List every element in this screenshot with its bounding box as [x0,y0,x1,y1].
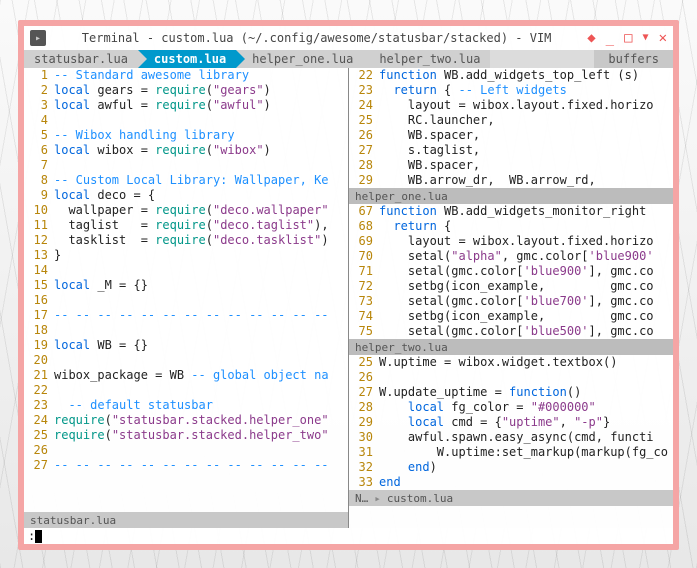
code-line[interactable]: 14 [24,263,348,278]
code-line[interactable]: 69 layout = wibox.layout.fixed.horizo [349,234,673,249]
code-line[interactable]: 2local gears = require("gears") [24,83,348,98]
code-line[interactable]: 20 [24,353,348,368]
code-line[interactable]: 26 [24,443,348,458]
left-statusline: statusbar.lua [24,512,348,528]
right-code-block[interactable]: 67function WB.add_widgets_monitor_right6… [349,204,673,339]
left-status-file: statusbar.lua [30,513,116,528]
editor-area: 1-- Standard awesome library2local gears… [24,68,673,528]
command-line[interactable]: : [24,528,673,544]
right-statusline: N… ▸ custom.lua [349,490,673,506]
code-line[interactable]: 13} [24,248,348,263]
code-line[interactable]: 12 tasklist = require("deco.tasklist") [24,233,348,248]
maximize-icon[interactable]: □ [624,31,632,45]
code-line[interactable]: 24require("statusbar.stacked.helper_one" [24,413,348,428]
code-line[interactable]: 4 [24,113,348,128]
cmd-prompt: : [28,529,35,543]
code-line[interactable]: 19local WB = {} [24,338,348,353]
code-line[interactable]: 29 WB.arrow_dr, WB.arrow_rd, [349,173,673,188]
right-code-block[interactable]: 22function WB.add_widgets_top_left (s)23… [349,68,673,188]
code-line[interactable]: 75 setal(gmc.color['blue500'], gmc.co [349,324,673,339]
titlebar: ▸ Terminal - custom.lua (~/.config/aweso… [24,26,673,50]
code-line[interactable]: 28 local fg_color = "#000000" [349,400,673,415]
tab-helper-two[interactable]: helper_two.lua [363,50,490,68]
code-line[interactable]: 1-- Standard awesome library [24,68,348,83]
code-line[interactable]: 21wibox_package = WB -- global object na [24,368,348,383]
left-code[interactable]: 1-- Standard awesome library2local gears… [24,68,348,512]
code-line[interactable]: 25require("statusbar.stacked.helper_two" [24,428,348,443]
code-line[interactable]: 25 RC.launcher, [349,113,673,128]
right-pane[interactable]: 22function WB.add_widgets_top_left (s)23… [349,68,673,528]
minimize-icon[interactable]: _ [606,31,614,45]
tab-statusbar[interactable]: statusbar.lua [24,50,138,68]
code-line[interactable]: 15local _M = {} [24,278,348,293]
code-line[interactable]: 23 -- default statusbar [24,398,348,413]
code-line[interactable]: 7 [24,158,348,173]
close-icon[interactable]: ✕ [659,31,667,45]
left-pane[interactable]: 1-- Standard awesome library2local gears… [24,68,349,528]
tab-custom[interactable]: custom.lua [138,50,236,68]
pane-header: helper_one.lua [349,188,673,204]
code-line[interactable]: 30 awful.spawn.easy_async(cmd, functi [349,430,673,445]
code-line[interactable]: 32 end) [349,460,673,475]
right-code-block[interactable]: 25W.uptime = wibox.widget.textbox()2627W… [349,355,673,490]
code-line[interactable]: 26 WB.spacer, [349,128,673,143]
code-line[interactable]: 9local deco = { [24,188,348,203]
code-line[interactable]: 27-- -- -- -- -- -- -- -- -- -- -- -- -- [24,458,348,473]
code-line[interactable]: 24 layout = wibox.layout.fixed.horizo [349,98,673,113]
code-line[interactable]: 22function WB.add_widgets_top_left (s) [349,68,673,83]
pane-header: helper_two.lua [349,339,673,355]
code-line[interactable]: 18 [24,323,348,338]
code-line[interactable]: 26 [349,370,673,385]
code-line[interactable]: 10 wallpaper = require("deco.wallpaper" [24,203,348,218]
code-line[interactable]: 22 [24,383,348,398]
code-line[interactable]: 6local wibox = require("wibox") [24,143,348,158]
code-line[interactable]: 71 setal(gmc.color['blue900'], gmc.co [349,264,673,279]
tab-buffers-label[interactable]: buffers [594,50,673,68]
pin-icon[interactable]: ◆ [587,31,595,45]
code-line[interactable]: 27W.update_uptime = function() [349,385,673,400]
code-line[interactable]: 23 return { -- Left widgets [349,83,673,98]
status-mode: N… [355,491,368,506]
code-line[interactable]: 72 setbg(icon_example, gmc.co [349,279,673,294]
code-line[interactable]: 73 setal(gmc.color['blue700'], gmc.co [349,294,673,309]
buffer-tabbar: statusbar.lua custom.lua helper_one.lua … [24,50,673,68]
status-file: custom.lua [387,491,453,506]
code-line[interactable]: 16 [24,293,348,308]
code-line[interactable]: 29 local cmd = {"uptime", "-p"} [349,415,673,430]
code-line[interactable]: 28 WB.spacer, [349,158,673,173]
code-line[interactable]: 5-- Wibox handling library [24,128,348,143]
code-line[interactable]: 8-- Custom Local Library: Wallpaper, Ke [24,173,348,188]
code-line[interactable]: 33end [349,475,673,490]
code-line[interactable]: 68 return { [349,219,673,234]
code-line[interactable]: 17-- -- -- -- -- -- -- -- -- -- -- -- -- [24,308,348,323]
code-line[interactable]: 67function WB.add_widgets_monitor_right [349,204,673,219]
menu-icon[interactable]: ▸ [30,30,46,46]
window-controls: ◆ _ □ ▼ ✕ [587,31,667,45]
code-line[interactable]: 74 setbg(icon_example, gmc.co [349,309,673,324]
code-line[interactable]: 25W.uptime = wibox.widget.textbox() [349,355,673,370]
code-line[interactable]: 31 W.uptime:set_markup(markup(fg_co [349,445,673,460]
code-line[interactable]: 27 s.taglist, [349,143,673,158]
code-line[interactable]: 11 taglist = require("deco.taglist"), [24,218,348,233]
chevron-right-icon: ▸ [374,491,381,506]
cursor [35,530,42,543]
code-line[interactable]: 3local awful = require("awful") [24,98,348,113]
dropdown-icon[interactable]: ▼ [643,33,649,43]
window-title: Terminal - custom.lua (~/.config/awesome… [52,31,581,45]
tab-helper-one[interactable]: helper_one.lua [236,50,363,68]
code-line[interactable]: 70 setal("alpha", gmc.color['blue900' [349,249,673,264]
terminal-window: ▸ Terminal - custom.lua (~/.config/aweso… [18,20,679,550]
